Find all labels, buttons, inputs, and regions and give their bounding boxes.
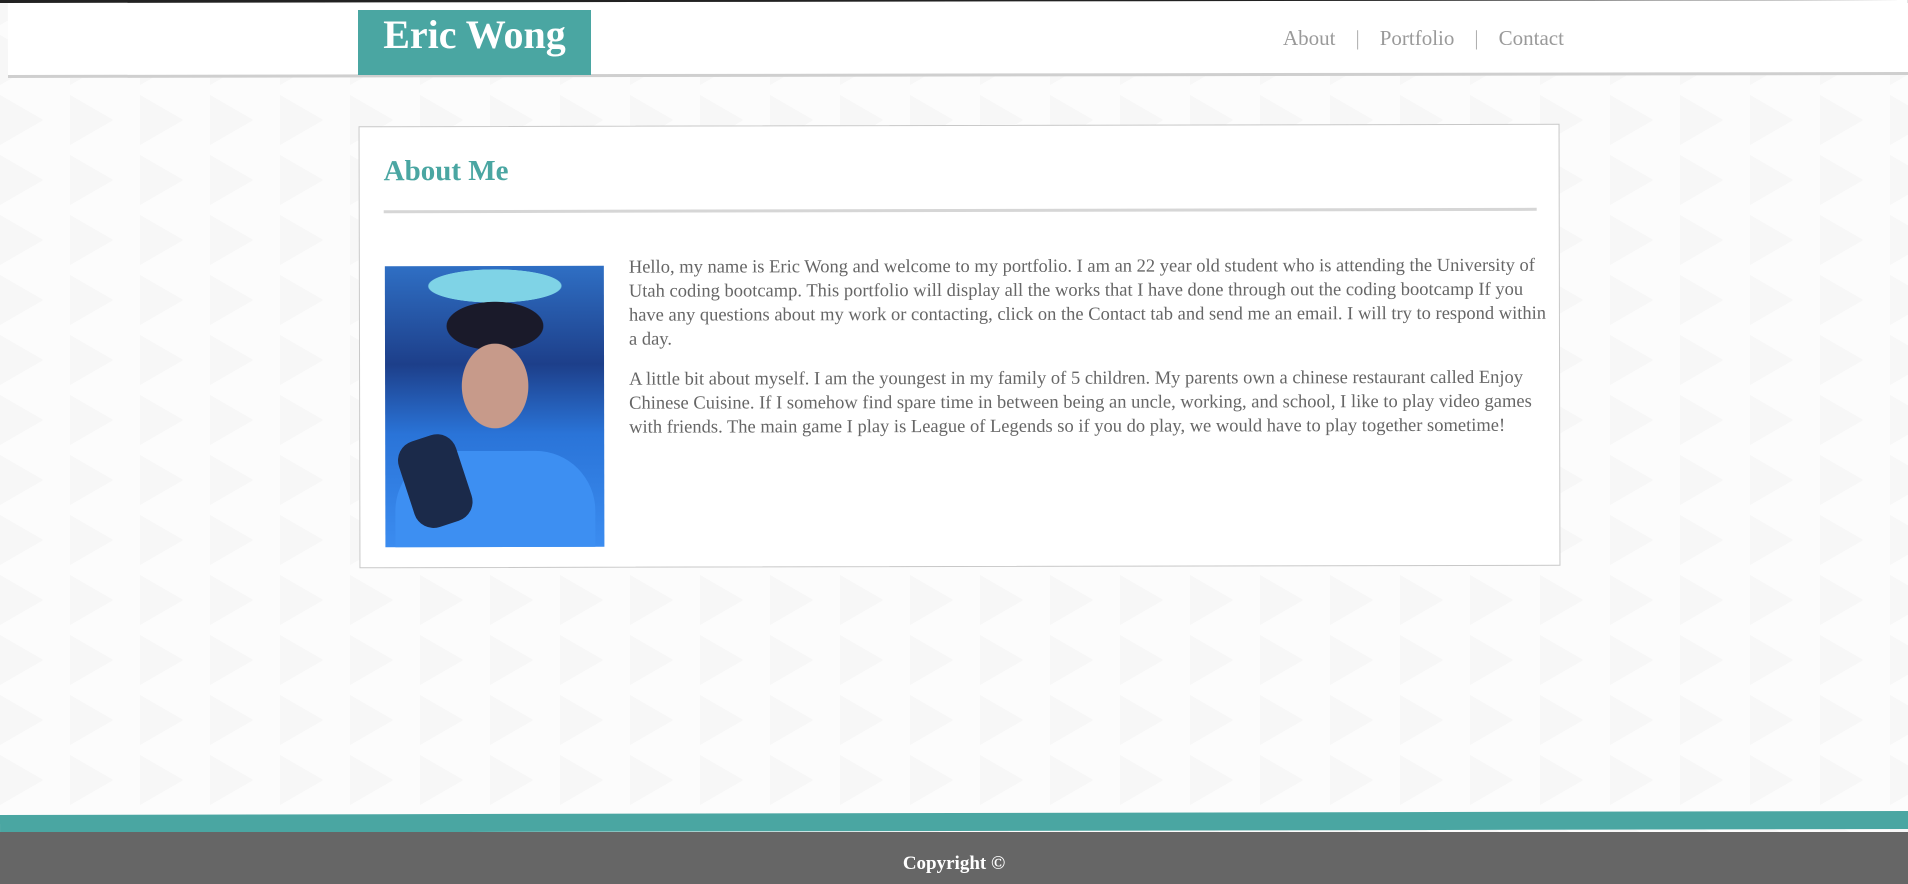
profile-photo: [384, 265, 605, 548]
main-nav: About | Portfolio | Contact: [1283, 26, 1564, 50]
nav-separator: |: [1474, 25, 1479, 50]
copyright-text: Copyright ©: [902, 853, 1006, 874]
bio-paragraph-intro: Hello, my name is Eric Wong and welcome …: [628, 255, 1547, 350]
bio-text: Hello, my name is Eric Wong and welcome …: [629, 254, 1551, 456]
nav-link-about[interactable]: About: [1283, 26, 1336, 51]
footer-accent-bar: [0, 811, 1908, 833]
site-footer: Copyright ©: [0, 832, 1908, 884]
nav-link-contact[interactable]: Contact: [1499, 26, 1564, 51]
nav-link-portfolio[interactable]: Portfolio: [1380, 26, 1455, 51]
brand-logo[interactable]: Eric Wong: [358, 10, 591, 75]
about-card: About Me Hello, my name is Eric Wong and…: [358, 123, 1561, 569]
title-divider: [383, 207, 1537, 214]
bio-paragraph-personal: A little bit about myself. I am the youn…: [629, 367, 1532, 438]
about-title: About Me: [383, 154, 509, 188]
site-header: [7, 0, 1908, 79]
nav-separator: |: [1355, 25, 1360, 50]
